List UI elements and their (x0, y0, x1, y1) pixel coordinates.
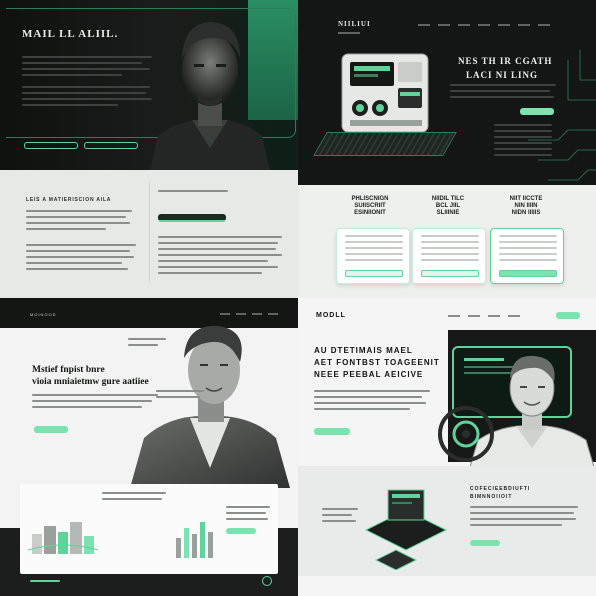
right-column-text (158, 236, 284, 278)
cta-button-secondary[interactable] (84, 142, 138, 149)
hero-description (450, 84, 560, 102)
card-button-3[interactable] (499, 270, 557, 277)
feature-text (156, 390, 206, 402)
feature-card-2 (412, 228, 486, 284)
cta-button-primary[interactable] (24, 142, 78, 149)
feature-description (470, 506, 580, 530)
nav-link-2[interactable] (438, 24, 450, 26)
nav-link[interactable] (268, 313, 278, 315)
hero-cta-button[interactable] (314, 428, 350, 435)
footer-bottom-links (30, 580, 250, 586)
hero-title-line3: NEEE PEEBAL AEICIVE (314, 370, 424, 379)
feature-card-3 (490, 228, 564, 284)
city-illustration (28, 522, 98, 554)
hero-text-block (22, 56, 158, 110)
feature-title-line1: COFECIEEBDIUFTI (470, 486, 531, 492)
feature-title-line2: BIMNNOIIOIT (470, 494, 513, 500)
nav-secondary-text (128, 338, 168, 350)
hero-cta-button[interactable] (520, 108, 554, 115)
nav-link[interactable] (252, 313, 262, 315)
server-machine-illustration (336, 53, 440, 140)
right-features-list (494, 124, 554, 160)
nav-link-1[interactable] (418, 24, 430, 26)
hero-description (32, 394, 162, 412)
section-title: LEIS A MATIERISCION AILA (26, 197, 112, 203)
hero-heading-line2: vioia mniaietmw gure aatiiee (32, 377, 149, 387)
feature-card-1 (336, 228, 410, 284)
circuit-board-illustration (364, 489, 448, 570)
hero-title-line1: NES TH IR CGATH (458, 56, 553, 66)
hero-title-line2: AET FONTBST TOAGEENIT (314, 358, 440, 367)
nav-link[interactable] (448, 315, 460, 317)
nav-link-6[interactable] (518, 24, 530, 26)
hero-cta-button[interactable] (34, 426, 68, 433)
man-portrait (150, 22, 270, 170)
nav-link-5[interactable] (498, 24, 510, 26)
left-column-text (26, 210, 136, 274)
gear-circles-decoration (438, 406, 494, 462)
nav-links (448, 315, 520, 317)
card-heading-3: NIIT IICCTE NIN IIIIN NIDN IIIIIS (509, 196, 543, 216)
card-button-1[interactable] (345, 270, 403, 277)
feature-cta-button[interactable] (470, 540, 500, 546)
right-column-tabs (158, 190, 278, 202)
nav-logo[interactable]: MOINGOD (30, 312, 57, 317)
hero-description (314, 390, 434, 414)
brand-logo: NIILIUI (338, 20, 371, 28)
feature-left-labels (322, 508, 362, 526)
nav-link-7[interactable] (538, 24, 550, 26)
nav-links (220, 313, 278, 315)
panel-cta-button[interactable] (226, 528, 256, 534)
nav-link[interactable] (468, 315, 480, 317)
column-divider (149, 182, 150, 282)
lower-content-section: LEIS A MATIERISCION AILA (0, 170, 298, 298)
mockup-white-coat-portrait: MOINGOD Mstief fnpist bnre vioia mniaiet… (0, 298, 298, 596)
panel-right-text (226, 506, 272, 524)
hero-title-line1: AU DTETIMAIS MAEL (314, 346, 413, 355)
circuit-board-base (313, 132, 457, 156)
card-button-2[interactable] (421, 270, 479, 277)
feature-section: COFECIEEBDIUFTI BIMNNOIIOIT (298, 466, 596, 576)
mockup-light-portrait: MODLL AU DTETIMAIS MAEL AET FONTBST TOAG… (298, 298, 596, 596)
nav-link-4[interactable] (478, 24, 490, 26)
hero-title: MAIL LL ALIIL. (22, 28, 119, 40)
brand-logo[interactable]: MODLL (316, 312, 346, 319)
nav-link[interactable] (236, 313, 246, 315)
nav-link-3[interactable] (458, 24, 470, 26)
hero-heading-line1: Mstief fnpist bnre (32, 365, 105, 375)
nav-link[interactable] (508, 315, 520, 317)
nav-cta-button[interactable] (556, 312, 580, 319)
panel-col-text (102, 492, 172, 504)
card-heading-2: NIIDIL TILC BCL JIIL SLIIINIE (431, 196, 465, 216)
hero-heading: Mstief fnpist bnre vioia mniaietmw gure … (32, 364, 149, 388)
content-panel (20, 484, 278, 574)
mockup-grid: MAIL LL ALIIL. LEIS A MATIERISCION AILA (0, 0, 596, 596)
bar-chart-illustration (176, 522, 213, 558)
brand-subline (338, 32, 360, 34)
nav-link[interactable] (488, 315, 500, 317)
nav-link[interactable] (220, 313, 230, 315)
card-heading-1: PHLISCNIGN SUIISCRIIT ESINIIONIT (351, 196, 389, 216)
hero-title-line2: LACI NI LING (466, 70, 539, 80)
dark-tab-button[interactable] (158, 214, 226, 222)
footer-round-icon[interactable] (262, 576, 272, 586)
mockup-server-machine: NIILIUI NES TH IR CGATH LACI NI LING PHL… (298, 0, 596, 298)
mockup-dark-portrait: MAIL LL ALIIL. LEIS A MATIERISCION AILA (0, 0, 298, 298)
footer-bar (298, 576, 596, 596)
